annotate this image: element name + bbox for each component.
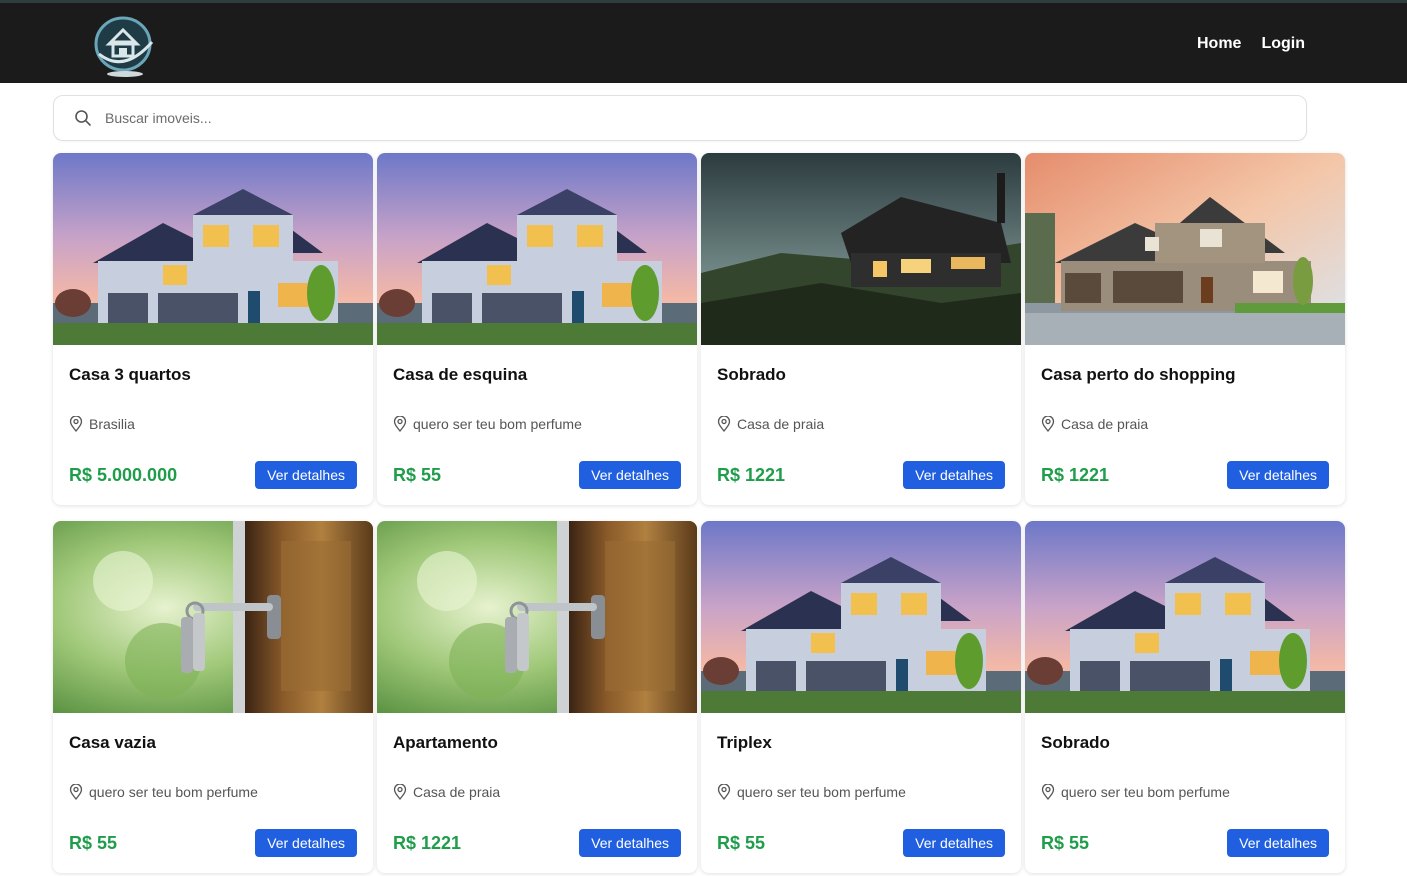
property-image[interactable] bbox=[377, 521, 697, 713]
search-icon bbox=[75, 110, 91, 126]
property-title: Casa perto do shopping bbox=[1041, 365, 1236, 384]
location-pin-icon bbox=[717, 416, 731, 432]
location-pin-icon bbox=[1041, 416, 1055, 432]
property-location-text: quero ser teu bom perfume bbox=[89, 784, 258, 800]
view-details-button[interactable]: Ver detalhes bbox=[1227, 829, 1329, 857]
search-input[interactable] bbox=[105, 110, 1255, 126]
location-pin-icon bbox=[717, 784, 731, 800]
property-grid: Casa 3 quartos Brasilia R$ 5.000.000 Ver… bbox=[53, 153, 1345, 873]
property-price: R$ 5.000.000 bbox=[69, 465, 178, 485]
property-location-text: Brasilia bbox=[89, 416, 135, 432]
property-card: Triplex quero ser teu bom perfume R$ 55 … bbox=[701, 521, 1021, 873]
property-location-text: quero ser teu bom perfume bbox=[737, 784, 906, 800]
house-logo-icon[interactable] bbox=[94, 12, 156, 78]
property-card: Casa vazia quero ser teu bom perfume R$ … bbox=[53, 521, 373, 873]
property-card: Apartamento Casa de praia R$ 1221 Ver de… bbox=[377, 521, 697, 873]
property-location-text: Casa de praia bbox=[1061, 416, 1149, 432]
property-card: Casa 3 quartos Brasilia R$ 5.000.000 Ver… bbox=[53, 153, 373, 505]
property-price: R$ 55 bbox=[717, 833, 766, 853]
property-price: R$ 55 bbox=[393, 465, 442, 485]
property-image[interactable] bbox=[377, 153, 697, 345]
top-navbar: Home Login bbox=[0, 0, 1407, 83]
property-title: Sobrado bbox=[717, 365, 786, 384]
property-card: Casa perto do shopping Casa de praia R$ … bbox=[1025, 153, 1345, 505]
property-title: Casa 3 quartos bbox=[69, 365, 191, 384]
property-price: R$ 1221 bbox=[1041, 465, 1110, 485]
nav-home-link[interactable]: Home bbox=[1197, 35, 1241, 53]
search-bar bbox=[53, 95, 1307, 141]
property-location: quero ser teu bom perfume bbox=[69, 784, 258, 800]
view-details-button[interactable]: Ver detalhes bbox=[579, 461, 681, 489]
property-card: Casa de esquina quero ser teu bom perfum… bbox=[377, 153, 697, 505]
property-location: quero ser teu bom perfume bbox=[1041, 784, 1230, 800]
property-location-text: quero ser teu bom perfume bbox=[413, 416, 582, 432]
property-location: Brasilia bbox=[69, 416, 135, 432]
property-image[interactable] bbox=[701, 153, 1021, 345]
property-card: Sobrado quero ser teu bom perfume R$ 55 … bbox=[1025, 521, 1345, 873]
property-location: quero ser teu bom perfume bbox=[717, 784, 906, 800]
property-price: R$ 1221 bbox=[393, 833, 462, 853]
property-image[interactable] bbox=[1025, 153, 1345, 345]
property-price: R$ 55 bbox=[1041, 833, 1090, 853]
property-location-text: Casa de praia bbox=[737, 416, 825, 432]
property-image[interactable] bbox=[1025, 521, 1345, 713]
view-details-button[interactable]: Ver detalhes bbox=[1227, 461, 1329, 489]
property-price: R$ 1221 bbox=[717, 465, 786, 485]
property-location-text: Casa de praia bbox=[413, 784, 501, 800]
property-title: Triplex bbox=[717, 733, 772, 752]
property-image[interactable] bbox=[701, 521, 1021, 713]
property-image[interactable] bbox=[53, 153, 373, 345]
property-title: Sobrado bbox=[1041, 733, 1110, 752]
property-location: quero ser teu bom perfume bbox=[393, 416, 582, 432]
view-details-button[interactable]: Ver detalhes bbox=[255, 829, 357, 857]
nav-login-link[interactable]: Login bbox=[1261, 35, 1305, 53]
view-details-button[interactable]: Ver detalhes bbox=[255, 461, 357, 489]
location-pin-icon bbox=[1041, 784, 1055, 800]
view-details-button[interactable]: Ver detalhes bbox=[579, 829, 681, 857]
property-price: R$ 55 bbox=[69, 833, 118, 853]
property-location: Casa de praia bbox=[717, 416, 824, 432]
location-pin-icon bbox=[69, 784, 83, 800]
location-pin-icon bbox=[393, 784, 407, 800]
view-details-button[interactable]: Ver detalhes bbox=[903, 829, 1005, 857]
property-location: Casa de praia bbox=[393, 784, 500, 800]
property-title: Apartamento bbox=[393, 733, 498, 752]
property-image[interactable] bbox=[53, 521, 373, 713]
property-location: Casa de praia bbox=[1041, 416, 1148, 432]
property-card: Sobrado Casa de praia R$ 1221 Ver detalh… bbox=[701, 153, 1021, 505]
property-title: Casa vazia bbox=[69, 733, 156, 752]
location-pin-icon bbox=[69, 416, 83, 432]
property-title: Casa de esquina bbox=[393, 365, 528, 384]
property-location-text: quero ser teu bom perfume bbox=[1061, 784, 1230, 800]
main-nav: Home Login bbox=[1197, 35, 1305, 53]
view-details-button[interactable]: Ver detalhes bbox=[903, 461, 1005, 489]
location-pin-icon bbox=[393, 416, 407, 432]
